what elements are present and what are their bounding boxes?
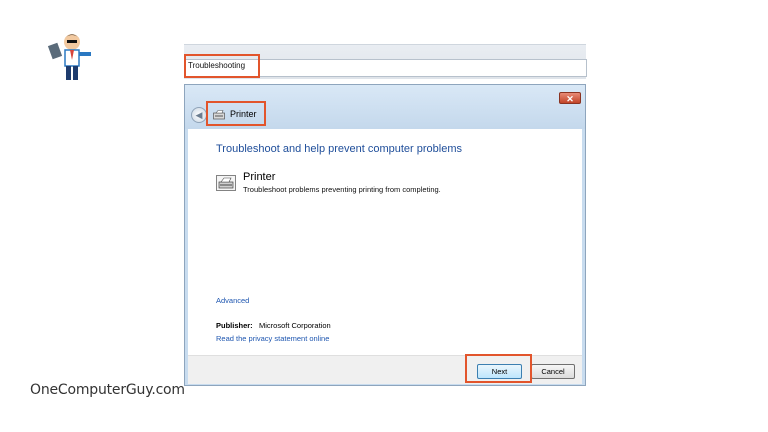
printer-item-description: Troubleshoot problems preventing printin… (243, 185, 441, 194)
printer-icon (216, 175, 236, 191)
content-panel: Troubleshoot and help prevent computer p… (188, 129, 582, 355)
publisher-label: Publisher: (216, 321, 253, 330)
breadcrumb-highlight (206, 101, 266, 126)
next-button-highlight (465, 354, 532, 383)
publisher-value: Microsoft Corporation (259, 321, 331, 330)
advanced-link[interactable]: Advanced (216, 296, 249, 305)
search-highlight (184, 54, 260, 78)
page-heading: Troubleshoot and help prevent computer p… (216, 143, 463, 155)
watermark-text: OneComputerGuy.com (30, 382, 185, 398)
troubleshooter-window: ✕ ◀ Printer Troubleshoot and help preven… (184, 84, 586, 386)
privacy-statement-link[interactable]: Read the privacy statement online (216, 334, 329, 343)
logo-figure-icon (47, 34, 91, 80)
back-arrow-icon[interactable]: ◀ (191, 107, 207, 123)
cancel-button[interactable]: Cancel (531, 364, 575, 379)
close-icon[interactable]: ✕ (559, 92, 581, 104)
printer-item-title[interactable]: Printer (243, 171, 275, 183)
